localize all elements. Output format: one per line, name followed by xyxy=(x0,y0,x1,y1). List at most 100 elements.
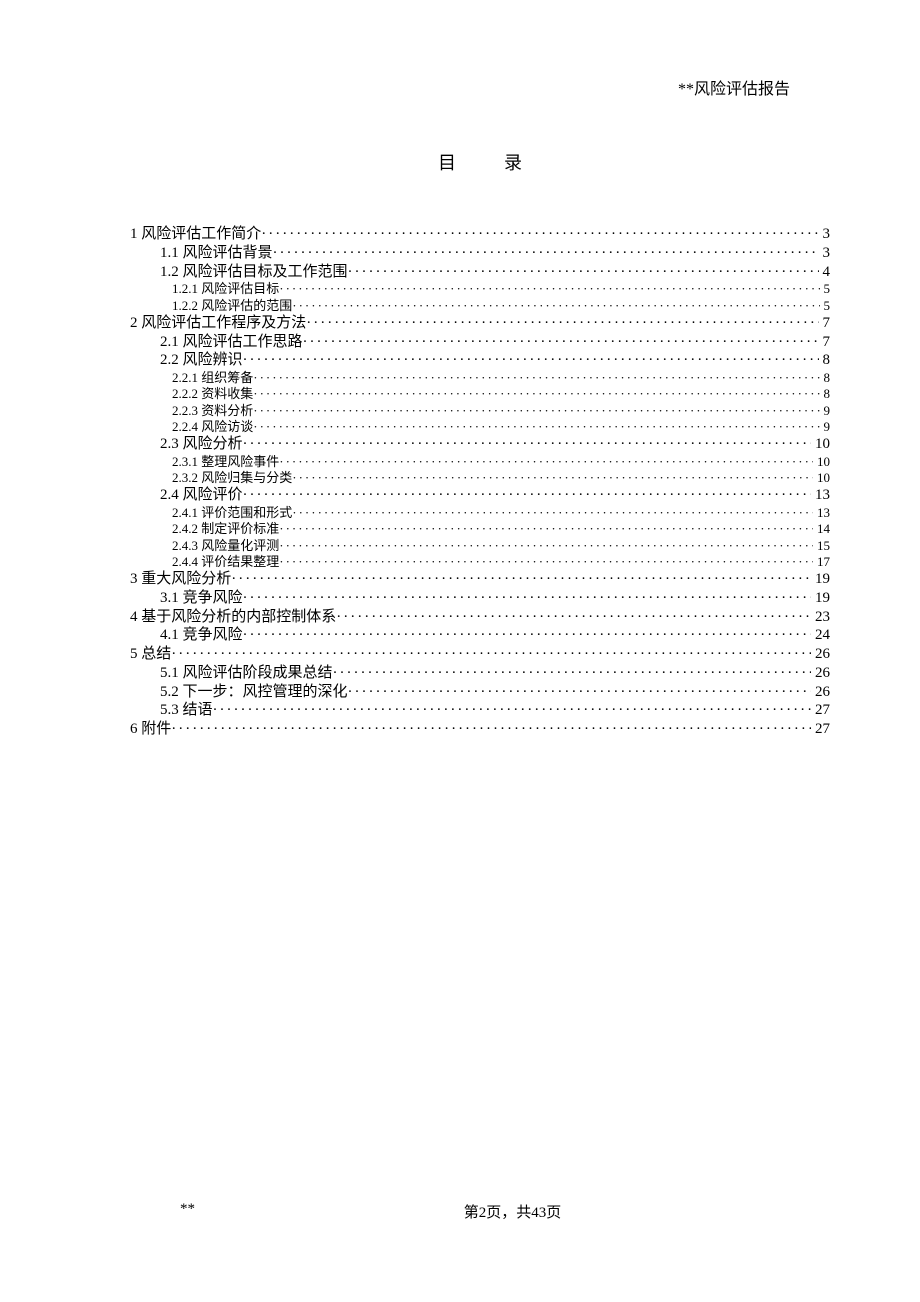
toc-entry-label: 5.1 风险评估阶段成果总结 xyxy=(160,664,333,683)
toc-entry: 5 总结····································… xyxy=(130,645,830,664)
toc-entry-page: 19 xyxy=(811,589,830,608)
toc-entry-leader: ········································… xyxy=(253,419,819,435)
toc-entry-label: 4 基于风险分析的内部控制体系 xyxy=(130,608,336,627)
toc-entry-label: 2.4 风险评价 xyxy=(160,486,243,505)
toc-entry-label: 1.2 风险评估目标及工作范围 xyxy=(160,263,348,282)
toc-entry-leader: ········································… xyxy=(243,435,811,454)
toc-entry-leader: ········································… xyxy=(253,370,819,386)
toc-entry: 2.3.2 风险归集与分类···························… xyxy=(130,470,830,486)
table-of-contents: 1 风险评估工作简介······························… xyxy=(130,225,830,739)
toc-entry-label: 2.4.2 制定评价标准 xyxy=(172,521,279,537)
toc-entry-page: 26 xyxy=(811,683,830,702)
toc-entry-page: 15 xyxy=(813,538,830,554)
toc-entry-label: 2.2.3 资料分析 xyxy=(172,403,253,419)
toc-entry-label: 3 重大风险分析 xyxy=(130,570,231,589)
toc-entry-label: 2.2.1 组织筹备 xyxy=(172,370,253,386)
toc-entry-page: 5 xyxy=(820,298,831,314)
toc-entry-page: 9 xyxy=(820,403,831,419)
toc-entry: 2 风险评估工作程序及方法···························… xyxy=(130,314,830,333)
toc-entry-leader: ········································… xyxy=(273,244,819,263)
toc-entry: 2.1 风险评估工作思路····························… xyxy=(130,333,830,352)
toc-entry: 5.1 风险评估阶段成果总结··························… xyxy=(130,664,830,683)
toc-entry-page: 13 xyxy=(811,486,830,505)
toc-entry: 1 风险评估工作简介······························… xyxy=(130,225,830,244)
doc-header: **风险评估报告 xyxy=(130,75,790,99)
toc-entry-leader: ········································… xyxy=(306,314,818,333)
toc-entry: 1.1 风险评估背景······························… xyxy=(130,244,830,263)
toc-entry-page: 3 xyxy=(819,244,831,263)
toc-entry-page: 8 xyxy=(819,351,831,370)
toc-entry-leader: ········································… xyxy=(231,570,811,589)
toc-entry-leader: ········································… xyxy=(171,720,811,739)
toc-entry: 3.1 竞争风险································… xyxy=(130,589,830,608)
toc-entry-leader: ········································… xyxy=(292,298,819,314)
toc-entry-page: 3 xyxy=(819,225,831,244)
toc-entry-leader: ········································… xyxy=(171,645,811,664)
toc-entry: 2.4 风险评价································… xyxy=(130,486,830,505)
toc-entry-label: 2.3.2 风险归集与分类 xyxy=(172,470,292,486)
toc-entry-label: 5.3 结语 xyxy=(160,701,213,720)
toc-entry-label: 1.1 风险评估背景 xyxy=(160,244,273,263)
toc-entry-page: 23 xyxy=(811,608,830,627)
toc-entry-label: 2.3.1 整理风险事件 xyxy=(172,454,279,470)
toc-entry: 2.4.4 评价结果整理····························… xyxy=(130,554,830,570)
toc-entry-page: 13 xyxy=(813,505,830,521)
toc-entry-page: 8 xyxy=(820,370,831,386)
toc-entry-page: 27 xyxy=(811,701,830,720)
toc-entry: 2.4.1 评价范围和形式···························… xyxy=(130,505,830,521)
toc-entry: 1.2.2 风险评估的范围···························… xyxy=(130,298,830,314)
toc-entry-page: 17 xyxy=(813,554,830,570)
toc-entry-label: 2.4.1 评价范围和形式 xyxy=(172,505,292,521)
toc-entry-leader: ········································… xyxy=(279,554,813,570)
toc-entry: 5.3 结语··································… xyxy=(130,701,830,720)
toc-entry-label: 2.4.4 评价结果整理 xyxy=(172,554,279,570)
toc-entry-leader: ········································… xyxy=(333,664,811,683)
toc-entry: 2.2.2 资料收集······························… xyxy=(130,386,830,402)
toc-entry-leader: ········································… xyxy=(336,608,811,627)
toc-entry-leader: ········································… xyxy=(243,589,811,608)
toc-entry-leader: ········································… xyxy=(243,486,811,505)
toc-entry: 2.2.3 资料分析······························… xyxy=(130,403,830,419)
toc-entry-label: 6 附件 xyxy=(130,720,171,739)
toc-entry-page: 14 xyxy=(813,521,830,537)
toc-entry-leader: ········································… xyxy=(348,683,811,702)
toc-entry-leader: ········································… xyxy=(292,470,813,486)
toc-entry-label: 2.4.3 风险量化评测 xyxy=(172,538,279,554)
toc-entry-page: 5 xyxy=(820,281,831,297)
toc-entry-leader: ········································… xyxy=(243,351,819,370)
toc-entry-leader: ········································… xyxy=(279,454,813,470)
toc-entry-label: 2.3 风险分析 xyxy=(160,435,243,454)
toc-entry-leader: ········································… xyxy=(213,701,811,720)
toc-entry-label: 2.2 风险辨识 xyxy=(160,351,243,370)
toc-entry: 5.2 下一步：风控管理的深化·························… xyxy=(130,683,830,702)
toc-entry-label: 2.2.2 资料收集 xyxy=(172,386,253,402)
toc-entry: 4 基于风险分析的内部控制体系·························… xyxy=(130,608,830,627)
toc-entry-label: 2 风险评估工作程序及方法 xyxy=(130,314,306,333)
toc-entry-leader: ········································… xyxy=(261,225,818,244)
toc-entry-page: 24 xyxy=(811,626,830,645)
toc-entry-label: 4.1 竞争风险 xyxy=(160,626,243,645)
toc-entry: 1.2 风险评估目标及工作范围·························… xyxy=(130,263,830,282)
toc-entry-page: 8 xyxy=(820,386,831,402)
toc-entry-label: 5 总结 xyxy=(130,645,171,664)
toc-entry-label: 1.2.2 风险评估的范围 xyxy=(172,298,292,314)
toc-entry-page: 7 xyxy=(819,314,831,333)
toc-entry: 2.3 风险分析································… xyxy=(130,435,830,454)
footer-center: 第2页，共43页 xyxy=(195,1201,830,1222)
toc-entry: 2.4.3 风险量化评测····························… xyxy=(130,538,830,554)
toc-entry-leader: ········································… xyxy=(348,263,819,282)
toc-entry: 3 重大风险分析································… xyxy=(130,570,830,589)
toc-entry-label: 2.1 风险评估工作思路 xyxy=(160,333,303,352)
toc-entry-leader: ········································… xyxy=(279,281,819,297)
toc-entry-page: 19 xyxy=(811,570,830,589)
toc-entry-page: 7 xyxy=(819,333,831,352)
toc-entry-page: 10 xyxy=(811,435,830,454)
toc-entry-label: 1 风险评估工作简介 xyxy=(130,225,261,244)
toc-entry-label: 3.1 竞争风险 xyxy=(160,589,243,608)
toc-entry-label: 1.2.1 风险评估目标 xyxy=(172,281,279,297)
toc-entry-page: 27 xyxy=(811,720,830,739)
toc-entry: 2.4.2 制定评价标准····························… xyxy=(130,521,830,537)
toc-entry-leader: ········································… xyxy=(253,403,819,419)
toc-entry-leader: ········································… xyxy=(253,386,819,402)
toc-entry-page: 4 xyxy=(819,263,831,282)
